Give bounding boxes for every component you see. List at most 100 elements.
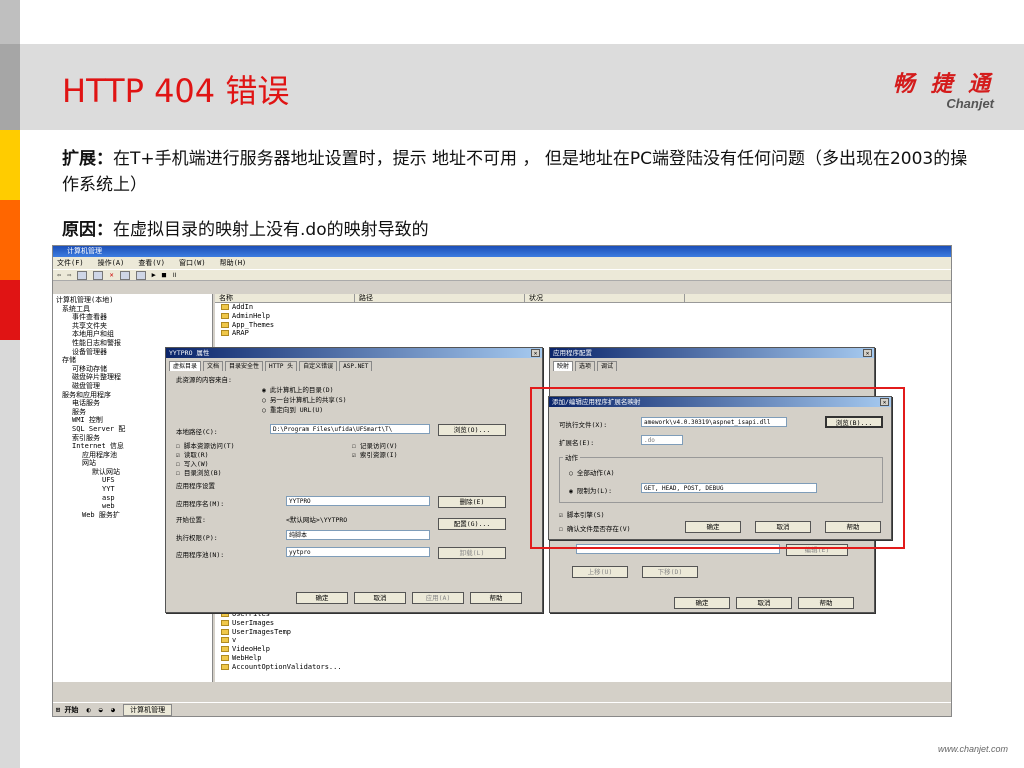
tab-virtual-dir[interactable]: 虚拟目录 [169, 361, 202, 371]
move-up-button[interactable]: 上移(U) [572, 566, 628, 578]
expansion-text: 在T+手机端进行服务器地址设置时，提示 地址不可用 ， 但是地址在PC端登陆没有… [62, 149, 968, 195]
config-button[interactable]: 配置(G)... [438, 518, 506, 530]
app-settings-label: 应用程序设置 [176, 482, 215, 490]
menu-view[interactable]: 查看(V) [138, 257, 165, 269]
cause-label: 原因： [62, 220, 113, 240]
folder-icon [221, 312, 229, 319]
checkbox-index[interactable]: ☑ 索引资源(I) [352, 449, 398, 459]
list-header: 名称 路径 状况 [215, 294, 951, 303]
properties-tabs: 虚拟目录 文档 目录安全性 HTTP 头 自定义错误 ASP.NET [166, 358, 542, 371]
list-item[interactable]: AdminHelp [215, 312, 951, 321]
list-item[interactable]: ARAP [215, 329, 951, 338]
tree-item[interactable]: 本地用户和组 [56, 330, 209, 339]
app-name-label: 应用程序名(M): [176, 500, 225, 508]
start-pos-value: <默认网站>\YYTPRO [286, 516, 348, 524]
tab-aspnet[interactable]: ASP.NET [339, 361, 373, 371]
quicklaunch-icon[interactable]: ◕ [111, 706, 115, 714]
tab-security[interactable]: 目录安全性 [225, 361, 264, 371]
window-title: 计算机管理 [53, 246, 951, 257]
menu-file[interactable]: 文件(F) [57, 257, 84, 269]
radio-share[interactable]: ○ 另一台计算机上的共享(S) [262, 394, 347, 404]
quicklaunch-icon[interactable]: ◐ [86, 706, 90, 714]
local-path-label: 本地路径(C): [176, 428, 218, 436]
app-name-field[interactable]: YYTPRO [286, 496, 430, 506]
menu-action[interactable]: 操作(A) [98, 257, 125, 269]
start-button[interactable]: ⊞ 开始 [56, 705, 78, 715]
app-config-tabs: 映射 选项 调试 [550, 358, 874, 371]
up-icon[interactable] [77, 271, 88, 280]
logo-chinese: 畅 捷 通 [892, 72, 994, 97]
start-pos-label: 开始位置: [176, 516, 206, 524]
exec-perm-select[interactable]: 纯脚本 [286, 530, 430, 540]
list-item[interactable]: VideoHelp [215, 645, 342, 654]
source-label: 此资源的内容来自: [176, 376, 232, 384]
folder-icon [221, 628, 229, 635]
apply-button[interactable]: 应用(A) [412, 592, 464, 604]
app-pool-select[interactable]: yytpro [286, 547, 430, 557]
tab-http-headers[interactable]: HTTP 头 [265, 361, 298, 371]
radio-redirect[interactable]: ○ 重定向到 URL(U) [262, 404, 323, 414]
browse-button[interactable]: 浏览(O)... [438, 424, 506, 436]
cancel-button[interactable]: 取消 [736, 597, 792, 609]
local-path-field[interactable]: D:\Program Files\ufida\UFSmart\T\ [270, 424, 430, 434]
remove-button[interactable]: 删除(E) [438, 496, 506, 508]
expansion-paragraph: 扩展：在T+手机端进行服务器地址设置时，提示 地址不可用 ， 但是地址在PC端登… [62, 146, 972, 198]
folder-icon [221, 646, 229, 653]
column-status[interactable]: 状况 [525, 294, 685, 302]
help-button[interactable]: 帮助 [798, 597, 854, 609]
forward-icon[interactable]: ⇨ [67, 270, 71, 280]
radio-local-dir[interactable]: ◉ 此计算机上的目录(D) [262, 384, 334, 394]
tab-docs[interactable]: 文档 [203, 361, 224, 371]
tab-options[interactable]: 选项 [575, 361, 596, 371]
ok-button[interactable]: 确定 [296, 592, 348, 604]
tab-debug[interactable]: 调试 [597, 361, 618, 371]
tree-item[interactable]: 事件查看器 [56, 313, 209, 322]
stop-icon[interactable]: ■ [162, 270, 166, 280]
list-item[interactable]: UserImages [215, 619, 342, 628]
quicklaunch-icon[interactable]: ◒ [99, 706, 103, 714]
back-icon[interactable]: ⇦ [57, 270, 61, 280]
tree-icon[interactable] [93, 271, 104, 280]
list-item[interactable]: AddIn [215, 303, 951, 312]
ok-button[interactable]: 确定 [674, 597, 730, 609]
close-icon[interactable]: ✕ [531, 349, 540, 357]
chanjet-logo: 畅 捷 通 Chanjet [893, 66, 994, 111]
properties-dialog: YYTPRO 属性 ✕ 虚拟目录 文档 目录安全性 HTTP 头 自定义错误 AS… [165, 347, 543, 613]
properties-icon[interactable] [119, 271, 130, 280]
unload-button[interactable]: 卸载(L) [438, 547, 506, 559]
tab-custom-errors[interactable]: 自定义错误 [299, 361, 338, 371]
menu-help[interactable]: 帮助(H) [220, 257, 247, 269]
logo-english: Chanjet [946, 96, 994, 111]
play-icon[interactable]: ▶ [152, 270, 156, 280]
cause-text: 在虚拟目录的映射上没有.do的映射导致的 [113, 220, 429, 240]
help-button[interactable]: 帮助 [470, 592, 522, 604]
column-path[interactable]: 路径 [355, 294, 525, 302]
refresh-icon[interactable] [135, 271, 146, 280]
list-item[interactable]: AccountOptionValidators... [215, 663, 342, 672]
menu-bar: 文件(F) 操作(A) 查看(V) 窗口(W) 帮助(H) [53, 257, 951, 269]
taskbar-item[interactable]: 计算机管理 [123, 703, 173, 716]
list-item[interactable]: App_Themes [215, 321, 951, 330]
toolbar: ⇦ ⇨ ✕ ▶ ■ ॥ [53, 269, 951, 281]
checkbox-dir-browse[interactable]: ☐ 目录浏览(B) [176, 467, 222, 477]
folder-icon [221, 304, 229, 310]
list-item[interactable]: WebHelp [215, 654, 342, 663]
expansion-label: 扩展： [62, 149, 113, 169]
column-name[interactable]: 名称 [215, 294, 355, 302]
delete-icon[interactable]: ✕ [109, 270, 113, 280]
highlight-box [530, 387, 905, 549]
tree-item[interactable]: 系统工具 [56, 305, 209, 314]
close-icon[interactable]: ✕ [863, 349, 872, 357]
cancel-button[interactable]: 取消 [354, 592, 406, 604]
tree-item[interactable]: 计算机管理(本地) [56, 296, 209, 305]
folder-icon [221, 321, 229, 328]
list-item[interactable]: UserImagesTemp [215, 628, 342, 637]
menu-window[interactable]: 窗口(W) [179, 257, 206, 269]
pause-icon[interactable]: ॥ [172, 270, 176, 280]
list-item[interactable]: v [215, 636, 342, 645]
side-color-strip [0, 0, 20, 768]
tab-mapping[interactable]: 映射 [553, 361, 574, 371]
folder-icon [221, 619, 229, 626]
move-down-button[interactable]: 下移(D) [642, 566, 698, 578]
folder-icon [221, 663, 229, 670]
